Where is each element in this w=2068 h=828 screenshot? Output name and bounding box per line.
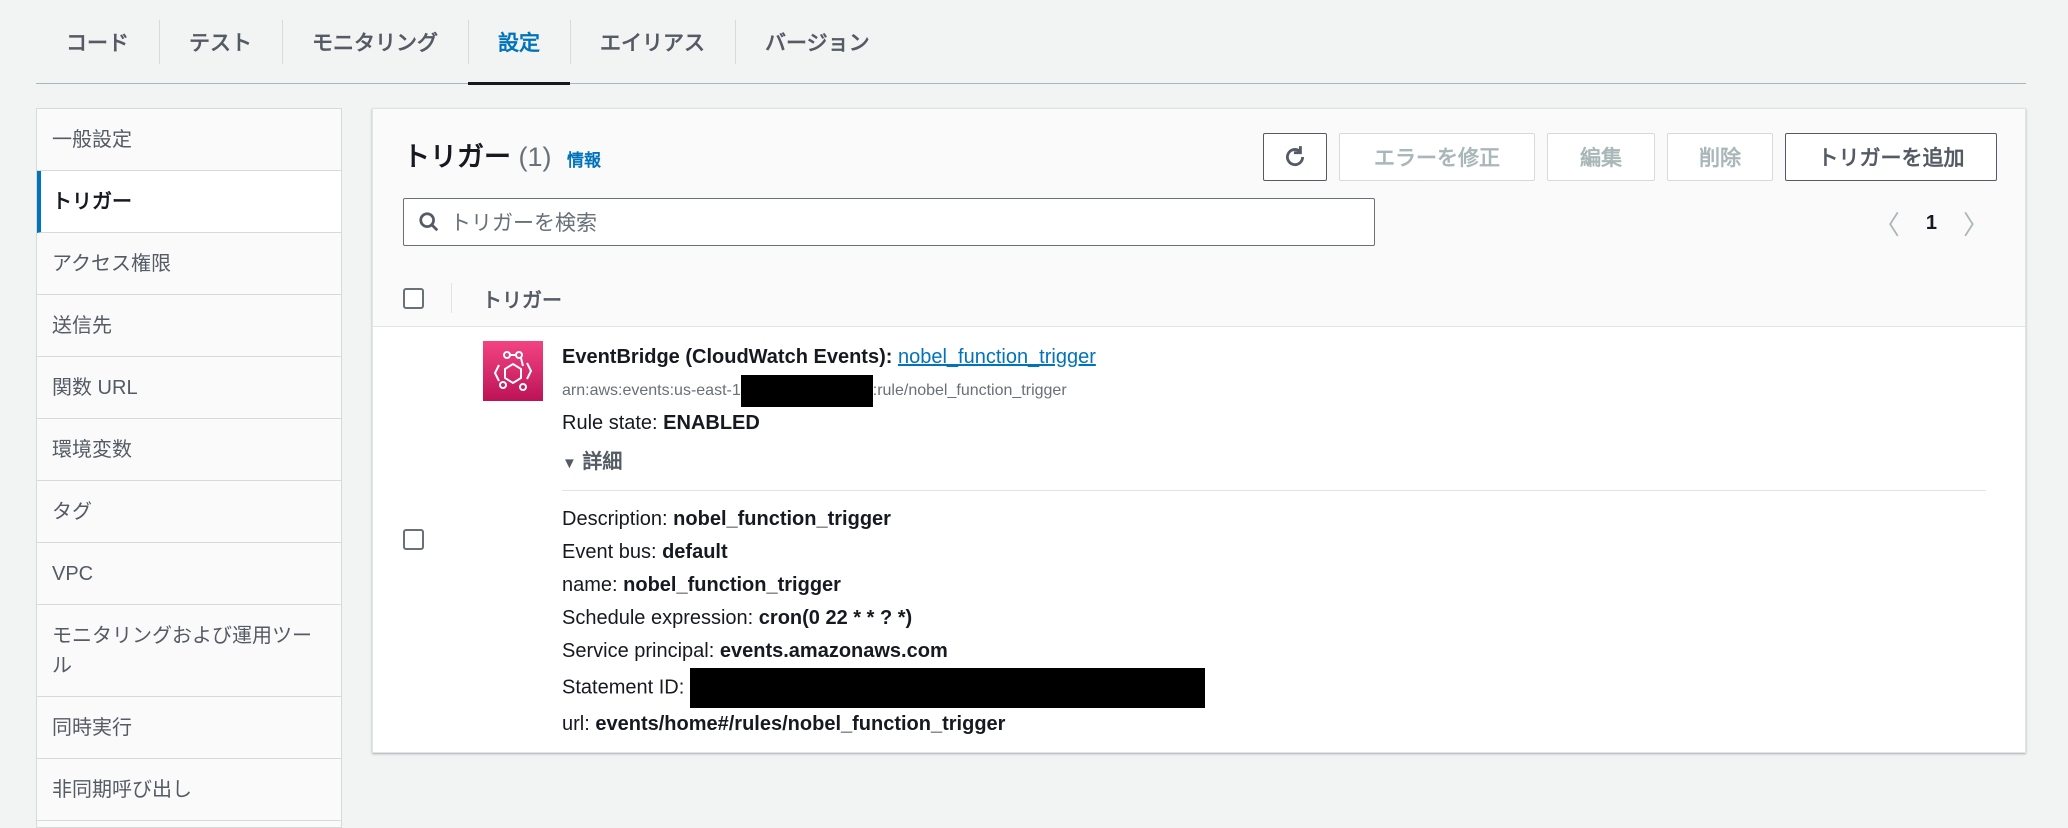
edit-button[interactable]: 編集 (1547, 133, 1655, 181)
field-label: Statement ID: (562, 676, 685, 699)
sidebar-item-destinations[interactable]: 送信先 (37, 295, 341, 357)
field-value: nobel_function_trigger (623, 574, 841, 596)
field-value: nobel_function_trigger (673, 508, 891, 530)
rule-state-value: ENABLED (663, 412, 760, 434)
add-trigger-button[interactable]: トリガーを追加 (1785, 133, 1997, 181)
field-label: Service principal: (562, 640, 715, 662)
config-sidebar: 一般設定 トリガー アクセス権限 送信先 関数 URL 環境変数 タグ VPC … (36, 108, 342, 828)
refresh-icon (1286, 146, 1304, 167)
refresh-button[interactable] (1263, 133, 1327, 181)
tab-bar: コード テスト モニタリング 設定 エイリアス バージョン (36, 0, 2026, 85)
tab-aliases[interactable]: エイリアス (570, 0, 735, 84)
column-header-trigger: トリガー (482, 289, 562, 312)
trigger-type: EventBridge (CloudWatch Events): (562, 346, 893, 368)
field-label: url: (562, 713, 590, 735)
arn-prefix: arn:aws:events:us-east-1 (562, 382, 741, 399)
title-text: トリガー (403, 142, 511, 172)
redacted-account-id (740, 374, 873, 407)
field-label: Schedule expression: (562, 607, 754, 629)
field-value: events.amazonaws.com (719, 640, 948, 662)
trigger-arn: arn:aws:events:us-east-1 :rule/nobel_func… (562, 374, 1986, 407)
tab-monitoring[interactable]: モニタリング (282, 0, 468, 84)
sidebar-item-triggers[interactable]: トリガー (37, 171, 341, 233)
info-link[interactable]: 情報 (567, 151, 601, 170)
field-value: cron(0 22 * * ? *) (758, 607, 913, 629)
redacted-statement-id (689, 668, 1205, 708)
tab-versions[interactable]: バージョン (735, 0, 900, 84)
sidebar-item-concurrency[interactable]: 同時実行 (37, 697, 341, 759)
eventbridge-icon (483, 341, 543, 401)
sidebar-item-function-url[interactable]: 関数 URL (37, 357, 341, 419)
sidebar-item-async[interactable]: 非同期呼び出し (37, 759, 341, 821)
field-value: events/home#/rules/nobel_function_trigge… (595, 713, 1006, 735)
sidebar-item-tags[interactable]: タグ (37, 481, 341, 543)
tab-configuration[interactable]: 設定 (468, 0, 570, 85)
details-label: 詳細 (582, 451, 623, 473)
sidebar-item-vpc[interactable]: VPC (37, 543, 341, 605)
arn-suffix: :rule/nobel_function_trigger (872, 382, 1067, 399)
current-page[interactable]: 1 (1926, 212, 1937, 235)
field-value: default (662, 541, 728, 563)
fix-errors-button[interactable]: エラーを修正 (1339, 133, 1535, 181)
search-placeholder: トリガーを検索 (450, 212, 597, 235)
delete-button[interactable]: 削除 (1667, 133, 1773, 181)
field-label: name: (562, 574, 618, 596)
next-page-icon[interactable]: 〉 (1963, 205, 1989, 242)
tab-code[interactable]: コード (36, 0, 159, 84)
panel-title: トリガー (1) 情報 (403, 135, 601, 174)
select-all-checkbox[interactable] (403, 287, 424, 309)
details-toggle[interactable]: ▼ 詳細 (562, 440, 1986, 491)
field-label: Description: (562, 508, 668, 530)
trigger-name-link[interactable]: nobel_function_trigger (898, 346, 1096, 368)
triggers-panel: トリガー (1) 情報 エラーを修正 編集 削除 トリガーを追加 トリガーを検索… (372, 108, 2026, 753)
rule-state-label: Rule state: (562, 412, 658, 434)
sidebar-item-monitoring-tools[interactable]: モニタリングおよび運用ツール (37, 605, 341, 697)
trigger-count: (1) (518, 142, 552, 172)
tab-test[interactable]: テスト (159, 0, 282, 84)
search-input[interactable]: トリガーを検索 (403, 198, 1375, 246)
sidebar-item-env-vars[interactable]: 環境変数 (37, 419, 341, 481)
sidebar-item-permissions[interactable]: アクセス権限 (37, 233, 341, 295)
row-checkbox[interactable] (403, 529, 424, 550)
caret-down-icon: ▼ (562, 455, 577, 472)
table-header: トリガー (373, 269, 2025, 327)
trigger-details: EventBridge (CloudWatch Events): nobel_f… (562, 341, 1986, 741)
prev-page-icon[interactable]: 〈 (1874, 205, 1900, 242)
field-label: Event bus: (562, 541, 657, 563)
search-icon (419, 212, 439, 232)
pagination: 〈 1 〉 (1874, 205, 1989, 242)
sidebar-item-general[interactable]: 一般設定 (37, 109, 341, 171)
